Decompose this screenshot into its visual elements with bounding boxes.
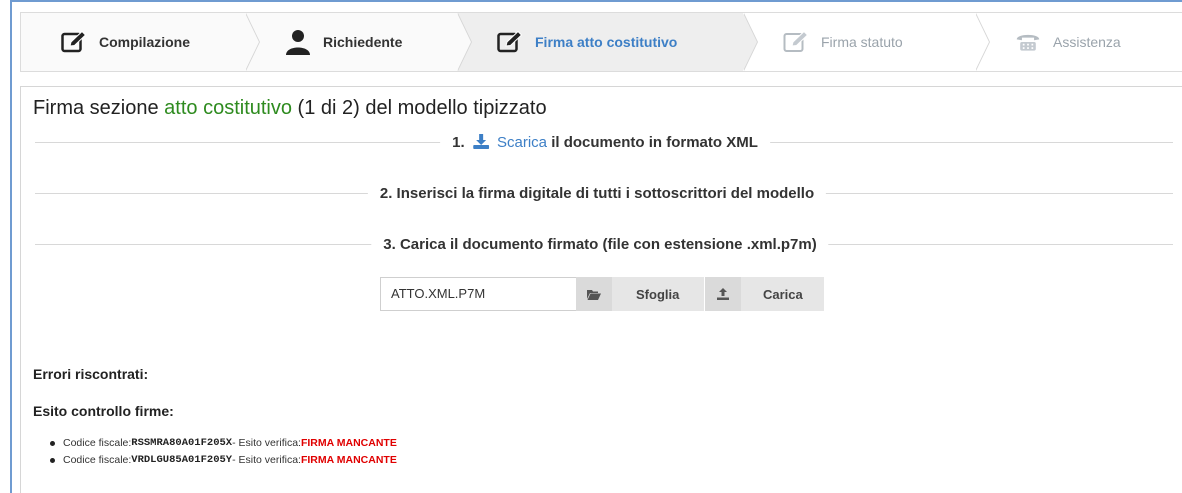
tax-code: RSSMRA80A01F205X [131, 437, 233, 449]
upload-label: Carica [763, 286, 803, 302]
phone-icon [1015, 29, 1041, 55]
page-title: Firma sezione atto costitutivo (1 di 2) … [33, 97, 547, 120]
status-badge: FIRMA MANCANTE [300, 454, 397, 466]
edit-icon [783, 29, 809, 55]
edit-icon [61, 29, 87, 55]
step-richiedente[interactable]: Richiedente [245, 13, 472, 71]
step-label: Firma atto costitutivo [535, 34, 678, 50]
step-number: 1. [452, 134, 465, 151]
edit-icon [497, 29, 523, 55]
signature-check-heading: Esito controllo firme: [33, 403, 174, 419]
step-2-text: 2. Inserisci la firma digitale di tutti … [367, 184, 827, 204]
browse-label: Sfoglia [636, 286, 680, 302]
signature-results-list: Codice fiscale: RSSMRA80A01F205X - Esito… [50, 435, 397, 469]
upload-button[interactable]: Carica [704, 277, 824, 311]
wizard-steps: Compilazione Richiedente Firma atto cost… [20, 12, 1182, 72]
status-badge: FIRMA MANCANTE [300, 437, 397, 449]
list-item: Codice fiscale: RSSMRA80A01F205X - Esito… [50, 435, 397, 452]
tax-code: VRDLGU85A01F205Y [131, 454, 233, 466]
title-accent: atto costitutivo [164, 97, 292, 119]
window-left-border [10, 0, 12, 493]
upload-icon [705, 277, 741, 311]
browse-button[interactable]: Sfoglia [576, 277, 704, 311]
step-label: Richiedente [323, 34, 403, 50]
step-label: Compilazione [99, 34, 191, 50]
file-input[interactable]: ATTO.XML.P7M [380, 277, 576, 311]
window-top-border [10, 0, 1182, 2]
download-link[interactable]: Scarica [497, 134, 547, 151]
instruction-step-2: 2. Inserisci la firma digitale di tutti … [35, 184, 1173, 204]
step-firma-statuto[interactable]: Firma statuto [743, 13, 990, 71]
step-compilazione[interactable]: Compilazione [21, 13, 260, 71]
step-label: Firma statuto [821, 34, 903, 50]
user-icon [285, 29, 311, 55]
step-label: Assistenza [1053, 34, 1121, 50]
upload-group: ATTO.XML.P7M Sfoglia Carica [380, 277, 824, 311]
folder-open-icon [576, 277, 612, 311]
instruction-step-1: 1. Scarica il documento in formato XML [35, 133, 1173, 155]
step-1-text: il documento in formato XML [547, 134, 758, 151]
list-item: Codice fiscale: VRDLGU85A01F205Y - Esito… [50, 452, 397, 469]
download-icon[interactable] [472, 134, 489, 155]
errors-heading: Errori riscontrati: [33, 366, 149, 382]
instruction-step-3: 3. Carica il documento firmato (file con… [35, 235, 1173, 255]
title-suffix: (1 di 2) del modello tipizzato [292, 97, 547, 119]
bullet [50, 441, 55, 446]
step-assistenza[interactable]: Assistenza [975, 13, 1182, 71]
title-prefix: Firma sezione [33, 97, 165, 119]
bullet [50, 458, 55, 463]
step-3-text: 3. Carica il documento firmato (file con… [371, 235, 829, 255]
step-firma-atto-costitutivo[interactable]: Firma atto costitutivo [457, 13, 758, 71]
